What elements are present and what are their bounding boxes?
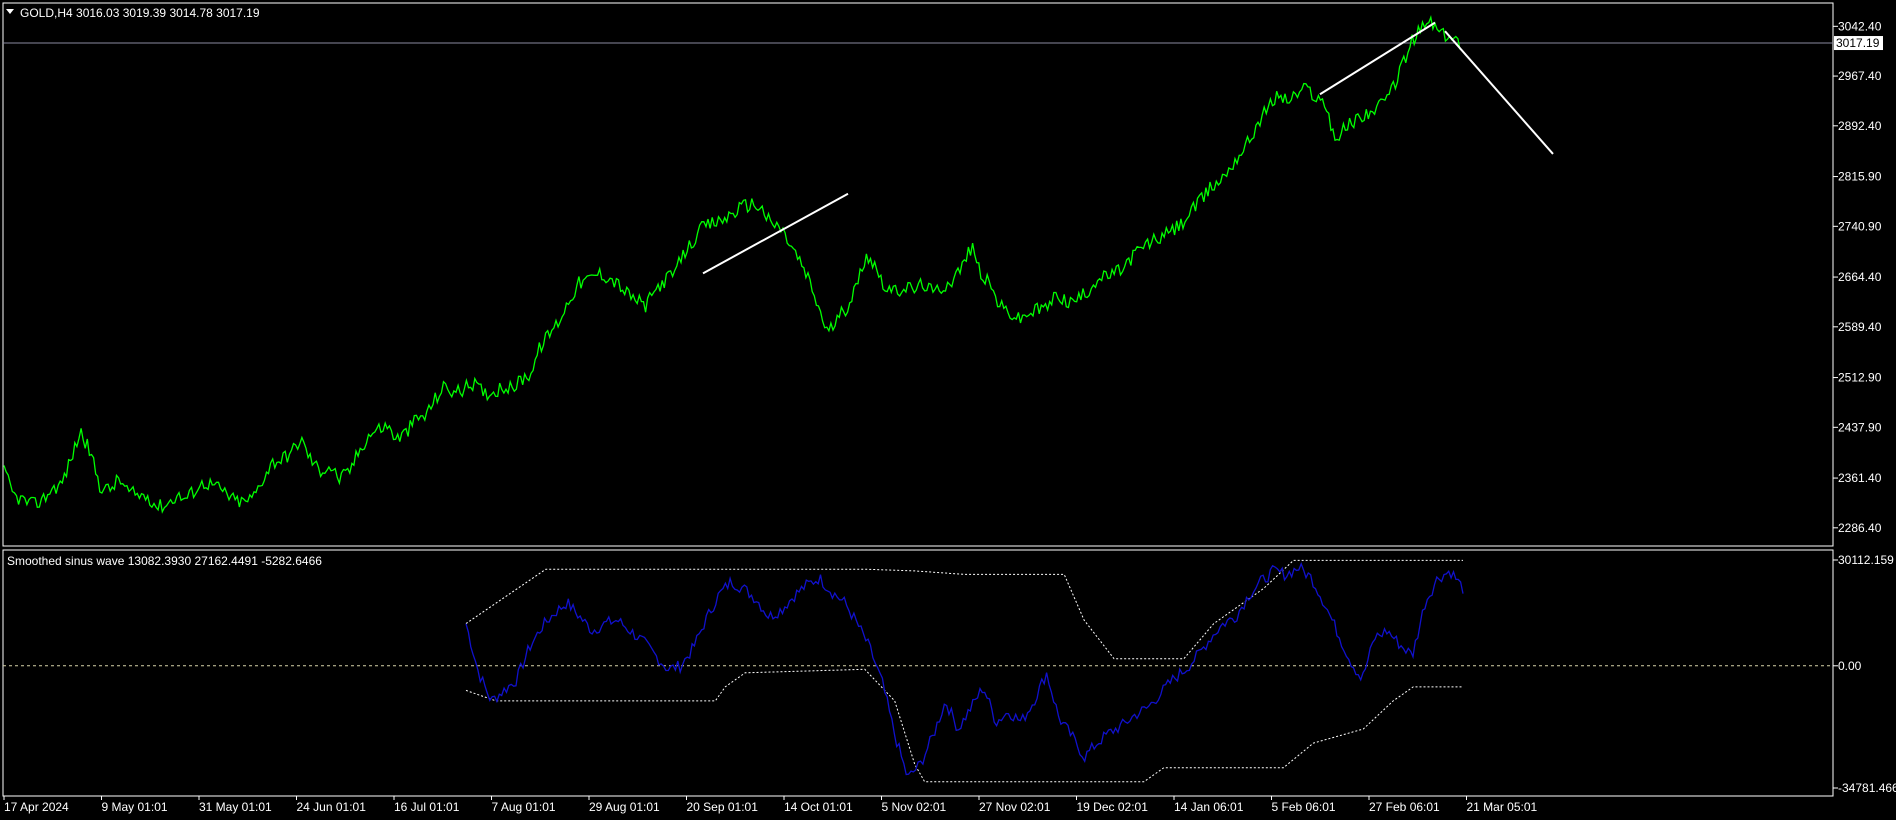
price-tick-label: 2967.40 [1838,69,1882,83]
indicator-tick-label: 30112.159 [1838,553,1894,567]
indicator-tick-label: 0.00 [1838,659,1862,673]
time-tick-label: 24 Jun 01:01 [297,800,367,814]
price-tick-label: 2664.40 [1838,270,1882,284]
time-tick-label: 5 Nov 02:01 [882,800,947,814]
price-series [3,15,1461,514]
main-panel-header: GOLD,H4 3016.03 3019.39 3014.78 3017.19 [20,6,260,20]
chart-canvas[interactable]: GOLD,H4 3016.03 3019.39 3014.78 3017.19 … [0,0,1896,820]
trendline [702,192,849,275]
time-tick-label: 27 Feb 06:01 [1369,800,1440,814]
price-tick-label: 2512.90 [1838,371,1882,385]
trendline [1319,21,1436,96]
price-axis-ticks: 3042.40 2967.40 2892.40 2815.90 2740.90 2664.… [1833,19,1882,535]
time-tick-label: 14 Oct 01:01 [784,800,853,814]
time-tick-label: 5 Feb 06:01 [1272,800,1336,814]
indicator-tick-label: -34781.466 [1838,781,1896,795]
time-tick-label: 29 Aug 01:01 [589,800,660,814]
trendlines[interactable] [702,21,1554,275]
trendline [1444,30,1554,155]
indicator-panel-frame [2,549,1834,797]
indicator-bands [465,559,1463,783]
time-tick-label: 19 Dec 02:01 [1077,800,1149,814]
price-tick-label: 3042.40 [1838,19,1882,33]
time-tick-label: 9 May 01:01 [102,800,168,814]
time-tick-label: 7 Aug 01:01 [492,800,556,814]
upper-band-line [465,559,1463,660]
main-panel-frame [2,2,1834,547]
price-tick-label: 2589.40 [1838,320,1882,334]
price-line [3,15,1461,514]
indicator-axis-ticks: 30112.159 0.00 -34781.466 [1833,553,1896,795]
time-tick-label: 20 Sep 01:01 [687,800,759,814]
time-tick-label: 21 Mar 05:01 [1467,800,1538,814]
time-axis-ticks: 17 Apr 2024 9 May 01:01 31 May 01:01 24 Jun… [3,796,1538,814]
current-price-label: 3017.19 [1836,36,1880,50]
indicator-panel-header: Smoothed sinus wave 13082.3930 27162.449… [7,554,322,568]
price-tick-label: 2361.40 [1838,471,1882,485]
time-tick-label: 31 May 01:01 [199,800,272,814]
price-tick-label: 2892.40 [1838,119,1882,133]
time-tick-label: 16 Jul 01:01 [394,800,460,814]
time-tick-label: 17 Apr 2024 [4,800,69,814]
collapse-triangle-icon[interactable] [6,9,14,14]
price-tick-label: 2437.90 [1838,420,1882,434]
price-tick-label: 2740.90 [1838,219,1882,233]
lower-band-line [465,668,1463,783]
price-tick-label: 2286.40 [1838,521,1882,535]
time-tick-label: 27 Nov 02:01 [979,800,1051,814]
price-tick-label: 2815.90 [1838,170,1882,184]
time-tick-label: 14 Jan 06:01 [1174,800,1244,814]
